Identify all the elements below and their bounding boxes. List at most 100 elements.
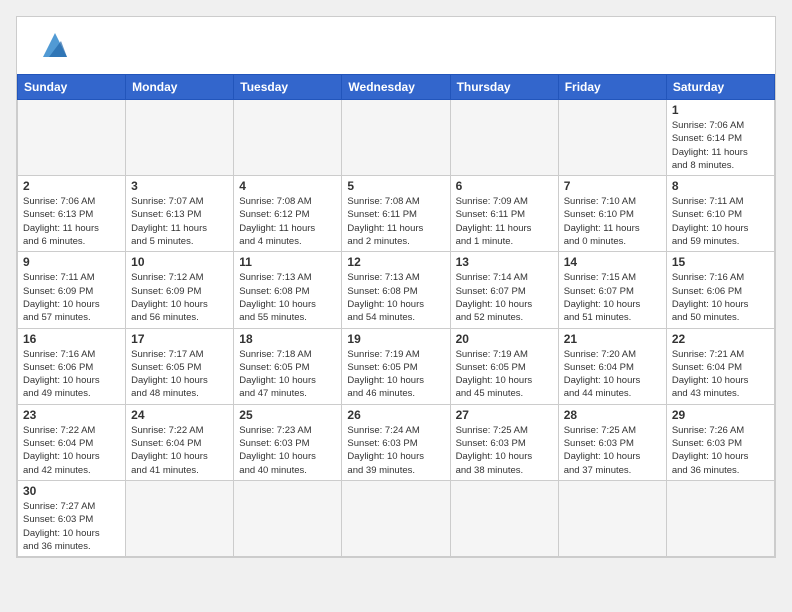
- logo-icon: [39, 29, 71, 66]
- day-info: Sunrise: 7:21 AM Sunset: 6:04 PM Dayligh…: [672, 348, 769, 401]
- day-number: 20: [456, 332, 553, 346]
- calendar-cell: 5 Sunrise: 7:08 AM Sunset: 6:11 PM Daylig…: [342, 176, 450, 252]
- logo: [33, 29, 71, 66]
- calendar-cell: 29Sunrise: 7:26 AM Sunset: 6:03 PM Dayli…: [666, 404, 774, 480]
- day-info: Sunrise: 7:06 AM Sunset: 6:14 PM Dayligh…: [672, 119, 769, 172]
- day-number: 11: [239, 255, 336, 269]
- calendar-cell: [234, 100, 342, 176]
- day-number: 3: [131, 179, 228, 193]
- day-info: Sunrise: 7:24 AM Sunset: 6:03 PM Dayligh…: [347, 424, 444, 477]
- calendar-cell: 11 Sunrise: 7:13 AM Sunset: 6:08 PM Dayli…: [234, 252, 342, 328]
- calendar-cell: [666, 480, 774, 556]
- day-info: Sunrise: 7:17 AM Sunset: 6:05 PM Dayligh…: [131, 348, 228, 401]
- calendar-week-2: 2Sunrise: 7:06 AM Sunset: 6:13 PM Daylig…: [18, 176, 775, 252]
- calendar-cell: [234, 480, 342, 556]
- day-number: 23: [23, 408, 120, 422]
- calendar-cell: 7 Sunrise: 7:10 AM Sunset: 6:10 PM Daylig…: [558, 176, 666, 252]
- day-number: 30: [23, 484, 120, 498]
- day-info: Sunrise: 7:25 AM Sunset: 6:03 PM Dayligh…: [564, 424, 661, 477]
- day-info: Sunrise: 7:22 AM Sunset: 6:04 PM Dayligh…: [23, 424, 120, 477]
- calendar-table: SundayMondayTuesdayWednesdayThursdayFrid…: [17, 74, 775, 557]
- weekday-header-sunday: Sunday: [18, 75, 126, 100]
- calendar-cell: 25 Sunrise: 7:23 AM Sunset: 6:03 PM Dayli…: [234, 404, 342, 480]
- day-info: Sunrise: 7:14 AM Sunset: 6:07 PM Dayligh…: [456, 271, 553, 324]
- day-number: 13: [456, 255, 553, 269]
- calendar-cell: [450, 480, 558, 556]
- day-number: 21: [564, 332, 661, 346]
- day-info: Sunrise: 7:08 AM Sunset: 6:12 PM Dayligh…: [239, 195, 336, 248]
- calendar-cell: 27Sunrise: 7:25 AM Sunset: 6:03 PM Dayli…: [450, 404, 558, 480]
- day-number: 28: [564, 408, 661, 422]
- calendar-cell: [126, 480, 234, 556]
- day-number: 9: [23, 255, 120, 269]
- weekday-header-saturday: Saturday: [666, 75, 774, 100]
- calendar-cell: 16 Sunrise: 7:16 AM Sunset: 6:06 PM Dayli…: [18, 328, 126, 404]
- day-info: Sunrise: 7:10 AM Sunset: 6:10 PM Dayligh…: [564, 195, 661, 248]
- day-number: 19: [347, 332, 444, 346]
- calendar-cell: 24 Sunrise: 7:22 AM Sunset: 6:04 PM Dayli…: [126, 404, 234, 480]
- calendar-cell: 12 Sunrise: 7:13 AM Sunset: 6:08 PM Dayli…: [342, 252, 450, 328]
- calendar-cell: 23 Sunrise: 7:22 AM Sunset: 6:04 PM Dayli…: [18, 404, 126, 480]
- day-info: Sunrise: 7:16 AM Sunset: 6:06 PM Dayligh…: [23, 348, 120, 401]
- day-number: 25: [239, 408, 336, 422]
- day-info: Sunrise: 7:22 AM Sunset: 6:04 PM Dayligh…: [131, 424, 228, 477]
- calendar-cell: [18, 100, 126, 176]
- calendar-cell: 2Sunrise: 7:06 AM Sunset: 6:13 PM Daylig…: [18, 176, 126, 252]
- day-number: 26: [347, 408, 444, 422]
- day-number: 14: [564, 255, 661, 269]
- calendar-cell: 6Sunrise: 7:09 AM Sunset: 6:11 PM Daylig…: [450, 176, 558, 252]
- calendar-cell: 30 Sunrise: 7:27 AM Sunset: 6:03 PM Dayli…: [18, 480, 126, 556]
- day-number: 6: [456, 179, 553, 193]
- day-info: Sunrise: 7:27 AM Sunset: 6:03 PM Dayligh…: [23, 500, 120, 553]
- calendar-cell: 21Sunrise: 7:20 AM Sunset: 6:04 PM Dayli…: [558, 328, 666, 404]
- calendar-cell: [126, 100, 234, 176]
- calendar-cell: [450, 100, 558, 176]
- day-number: 7: [564, 179, 661, 193]
- calendar-container: SundayMondayTuesdayWednesdayThursdayFrid…: [16, 16, 776, 558]
- weekday-header-tuesday: Tuesday: [234, 75, 342, 100]
- day-number: 8: [672, 179, 769, 193]
- day-number: 5: [347, 179, 444, 193]
- day-number: 10: [131, 255, 228, 269]
- calendar-cell: 18Sunrise: 7:18 AM Sunset: 6:05 PM Dayli…: [234, 328, 342, 404]
- calendar-header: [17, 17, 775, 74]
- day-info: Sunrise: 7:13 AM Sunset: 6:08 PM Dayligh…: [347, 271, 444, 324]
- calendar-cell: 17 Sunrise: 7:17 AM Sunset: 6:05 PM Dayli…: [126, 328, 234, 404]
- day-info: Sunrise: 7:19 AM Sunset: 6:05 PM Dayligh…: [347, 348, 444, 401]
- calendar-cell: 26 Sunrise: 7:24 AM Sunset: 6:03 PM Dayli…: [342, 404, 450, 480]
- day-info: Sunrise: 7:12 AM Sunset: 6:09 PM Dayligh…: [131, 271, 228, 324]
- day-number: 24: [131, 408, 228, 422]
- calendar-week-5: 23 Sunrise: 7:22 AM Sunset: 6:04 PM Dayli…: [18, 404, 775, 480]
- calendar-cell: 15Sunrise: 7:16 AM Sunset: 6:06 PM Dayli…: [666, 252, 774, 328]
- day-info: Sunrise: 7:26 AM Sunset: 6:03 PM Dayligh…: [672, 424, 769, 477]
- calendar-cell: 9Sunrise: 7:11 AM Sunset: 6:09 PM Daylig…: [18, 252, 126, 328]
- calendar-cell: [342, 480, 450, 556]
- weekday-header-friday: Friday: [558, 75, 666, 100]
- calendar-cell: [558, 100, 666, 176]
- calendar-cell: 22Sunrise: 7:21 AM Sunset: 6:04 PM Dayli…: [666, 328, 774, 404]
- day-info: Sunrise: 7:15 AM Sunset: 6:07 PM Dayligh…: [564, 271, 661, 324]
- day-number: 1: [672, 103, 769, 117]
- day-info: Sunrise: 7:18 AM Sunset: 6:05 PM Dayligh…: [239, 348, 336, 401]
- calendar-week-1: 1 Sunrise: 7:06 AM Sunset: 6:14 PM Daylig…: [18, 100, 775, 176]
- weekday-header-thursday: Thursday: [450, 75, 558, 100]
- day-number: 17: [131, 332, 228, 346]
- day-number: 16: [23, 332, 120, 346]
- calendar-cell: 19 Sunrise: 7:19 AM Sunset: 6:05 PM Dayli…: [342, 328, 450, 404]
- calendar-cell: [558, 480, 666, 556]
- day-info: Sunrise: 7:16 AM Sunset: 6:06 PM Dayligh…: [672, 271, 769, 324]
- day-number: 2: [23, 179, 120, 193]
- calendar-cell: 8Sunrise: 7:11 AM Sunset: 6:10 PM Daylig…: [666, 176, 774, 252]
- calendar-cell: 13 Sunrise: 7:14 AM Sunset: 6:07 PM Dayli…: [450, 252, 558, 328]
- calendar-cell: [342, 100, 450, 176]
- day-info: Sunrise: 7:07 AM Sunset: 6:13 PM Dayligh…: [131, 195, 228, 248]
- day-info: Sunrise: 7:13 AM Sunset: 6:08 PM Dayligh…: [239, 271, 336, 324]
- calendar-cell: 1 Sunrise: 7:06 AM Sunset: 6:14 PM Daylig…: [666, 100, 774, 176]
- day-info: Sunrise: 7:23 AM Sunset: 6:03 PM Dayligh…: [239, 424, 336, 477]
- day-info: Sunrise: 7:25 AM Sunset: 6:03 PM Dayligh…: [456, 424, 553, 477]
- calendar-cell: 20Sunrise: 7:19 AM Sunset: 6:05 PM Dayli…: [450, 328, 558, 404]
- day-number: 12: [347, 255, 444, 269]
- day-number: 4: [239, 179, 336, 193]
- day-info: Sunrise: 7:08 AM Sunset: 6:11 PM Dayligh…: [347, 195, 444, 248]
- calendar-cell: 3 Sunrise: 7:07 AM Sunset: 6:13 PM Daylig…: [126, 176, 234, 252]
